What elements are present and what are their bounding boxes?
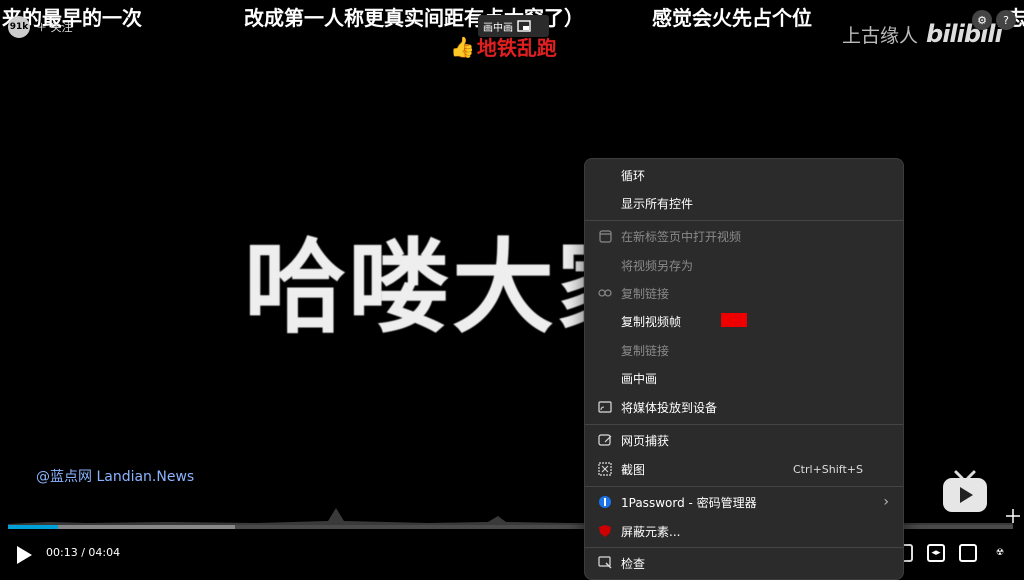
widescreen-icon[interactable]: ◂▸ xyxy=(927,544,945,562)
highlight-marker xyxy=(721,313,747,327)
menu-item-shortcut: Ctrl+Shift+S xyxy=(793,462,863,476)
menu-divider xyxy=(585,486,903,487)
new-tab-icon xyxy=(597,228,613,244)
menu-divider xyxy=(585,547,903,548)
web-capture-icon xyxy=(597,432,613,448)
cast-icon xyxy=(597,399,613,415)
menu-item-cast[interactable]: 将媒体投放到设备 xyxy=(585,393,903,421)
video-frame-text: 哈喽大家 xyxy=(244,229,584,348)
help-icon[interactable]: ? xyxy=(996,10,1016,30)
pip-icon xyxy=(517,20,531,32)
menu-item-label: 画中画 xyxy=(621,371,658,386)
menu-item-1password[interactable]: 1Password - 密码管理器 › xyxy=(585,488,903,516)
menu-item-label: 检查 xyxy=(621,556,646,571)
menu-item-screenshot[interactable]: 截图 Ctrl+Shift+S xyxy=(585,455,903,483)
uploader-info: 91k ＋ 关注 xyxy=(8,16,73,38)
video-title-text: 地铁乱跑 xyxy=(476,36,557,60)
menu-divider xyxy=(585,220,903,221)
menu-item-label: 1Password - 密码管理器 xyxy=(621,495,757,510)
menu-item-label: 复制链接 xyxy=(621,286,670,301)
time-display: 00:13 / 04:04 xyxy=(46,546,120,559)
drag-handle-icon[interactable] xyxy=(1005,508,1021,524)
watermark-name: 上古缘人 xyxy=(842,24,919,47)
screenshot-icon xyxy=(597,461,613,477)
web-fullscreen-icon[interactable] xyxy=(959,544,977,562)
ublock-icon xyxy=(597,523,613,539)
thumbs-up-icon: 👍 xyxy=(450,34,475,59)
link-icon xyxy=(597,285,613,301)
menu-item-label: 复制视频帧 xyxy=(621,314,682,329)
right-controls: ◂▸ ☢ xyxy=(895,544,1009,562)
menu-item-copy-link[interactable]: 复制链接 xyxy=(585,279,903,307)
menu-item-label: 复制链接 xyxy=(621,343,670,358)
menu-item-block-element[interactable]: 屏蔽元素... xyxy=(585,517,903,545)
danmaku-comment: 感觉会火先占个位 xyxy=(652,6,812,30)
menu-item-show-controls[interactable]: 显示所有控件 xyxy=(585,189,903,217)
avatar[interactable]: 91k xyxy=(8,16,30,38)
menu-item-label: 在新标签页中打开视频 xyxy=(621,229,742,244)
play-button[interactable] xyxy=(14,544,34,566)
site-watermark: @蓝点网 Landian.News xyxy=(36,469,195,485)
settings-icon[interactable]: ⚙ xyxy=(972,10,992,30)
menu-item-save-video[interactable]: 将视频另存为 xyxy=(585,251,903,279)
inspect-icon xyxy=(597,555,613,571)
menu-item-pip[interactable]: 画中画 xyxy=(585,364,903,392)
menu-item-label: 网页捕获 xyxy=(621,433,670,448)
menu-item-open-new-tab[interactable]: 在新标签页中打开视频 xyxy=(585,222,903,250)
menu-item-loop[interactable]: 循环 xyxy=(585,161,903,189)
current-time: 00:13 xyxy=(46,546,78,559)
1password-icon xyxy=(597,494,613,510)
fullscreen-icon[interactable]: ☢ xyxy=(991,544,1009,562)
menu-item-label: 将视频另存为 xyxy=(621,258,694,273)
duration: 04:04 xyxy=(88,546,121,559)
context-menu: 循环 显示所有控件 在新标签页中打开视频 将视频另存为 复制链接 复制视频帧 复… xyxy=(584,158,904,580)
menu-item-web-capture[interactable]: 网页捕获 xyxy=(585,426,903,454)
menu-item-label: 循环 xyxy=(621,168,646,183)
menu-divider xyxy=(585,424,903,425)
corner-icons: ⚙ ? xyxy=(972,10,1016,30)
video-title: 👍 地铁乱跑 xyxy=(450,32,557,61)
menu-item-label: 屏蔽元素... xyxy=(621,524,681,539)
time-separator: / xyxy=(81,546,85,559)
menu-item-label: 显示所有控件 xyxy=(621,196,694,211)
progress-fill xyxy=(8,525,59,529)
chevron-right-icon: › xyxy=(883,494,889,510)
menu-item-label: 将媒体投放到设备 xyxy=(621,400,718,415)
menu-item-label: 截图 xyxy=(621,462,646,477)
menu-item-copy-link-2[interactable]: 复制链接 xyxy=(585,336,903,364)
follow-button[interactable]: ＋ 关注 xyxy=(36,19,73,35)
